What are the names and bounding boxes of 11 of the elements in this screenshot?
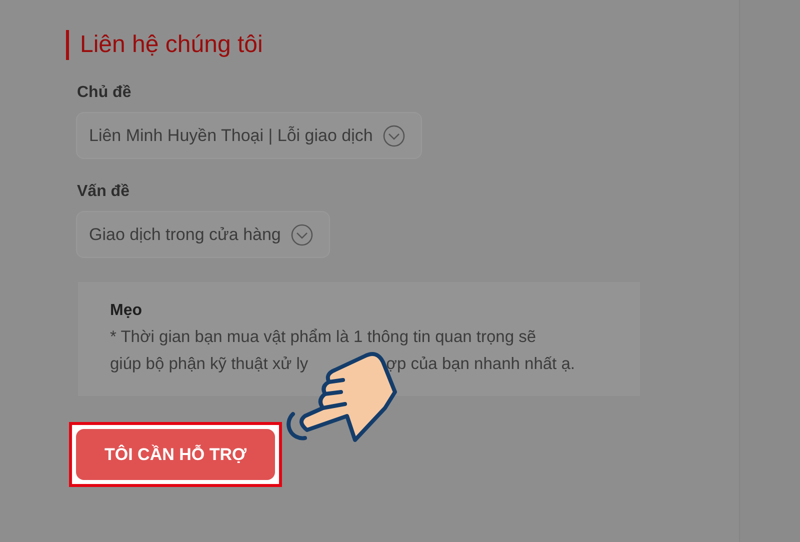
tip-text: * Thời gian bạn mua vật phẩm là 1 thông tin quan trọng sẽ xyxy=(110,328,538,347)
tip-text: giúp bộ phận kỹ thuật xử ly xyxy=(110,355,308,374)
tip-title: Mẹo xyxy=(110,302,143,320)
dropdown-select[interactable]: Liên Minh Huyền Thoại | Lỗi giao dịch xyxy=(76,112,422,159)
field-label: Vấn đề xyxy=(77,183,130,201)
tip-text: ợp của bạn nhanh nhất ạ. xyxy=(386,355,575,374)
field-label: Chủ đề xyxy=(77,84,132,102)
support-button[interactable]: TÔI CẦN HỖ TRỢ xyxy=(76,429,275,480)
dropdown-select[interactable]: Giao dịch trong cửa hàng xyxy=(76,211,330,258)
chevron-down-icon xyxy=(290,224,313,246)
chevron-down-icon xyxy=(382,124,405,146)
